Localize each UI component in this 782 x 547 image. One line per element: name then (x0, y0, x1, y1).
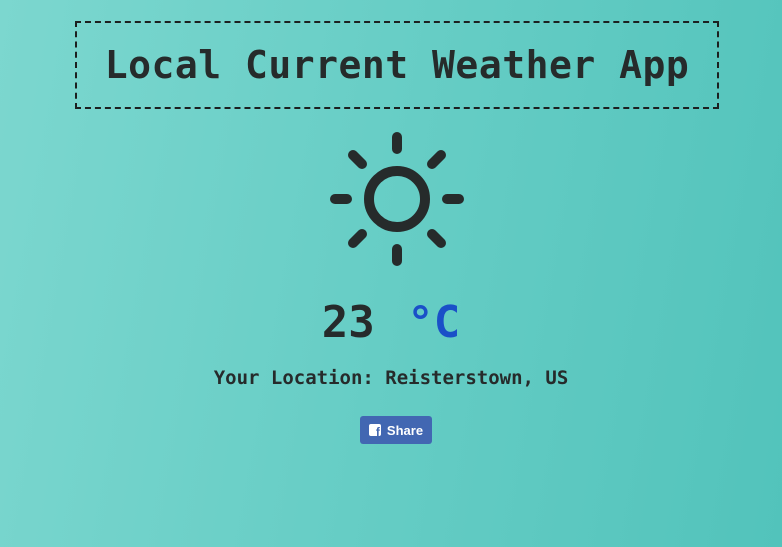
temperature-value: 23 (321, 297, 375, 348)
title-box: Local Current Weather App (75, 21, 719, 109)
temperature-display: 23 °C (0, 295, 782, 351)
sun-icon (330, 132, 464, 266)
page-title: Local Current Weather App (104, 43, 690, 87)
facebook-share-button[interactable]: Share (360, 416, 432, 444)
share-label: Share (386, 422, 424, 438)
location-label: Your Location: Reisterstown, US (213, 367, 569, 389)
facebook-icon (368, 424, 381, 436)
unit-toggle[interactable]: °C (407, 297, 460, 348)
